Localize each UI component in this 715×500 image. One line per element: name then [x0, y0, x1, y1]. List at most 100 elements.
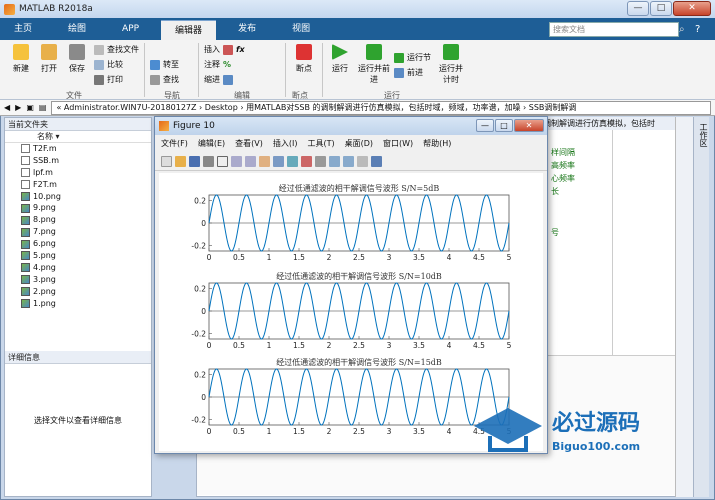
fx-icon[interactable]: fx [236, 45, 245, 54]
up-folder-icon[interactable]: ▣ [26, 103, 34, 112]
run-time-button[interactable]: 运行并计时 [436, 44, 466, 85]
colorbar-icon[interactable] [329, 156, 340, 167]
menu-help[interactable]: 帮助(H) [423, 137, 451, 151]
menu-window[interactable]: 窗口(W) [383, 137, 413, 151]
file-list-item[interactable]: 8.png [5, 214, 151, 226]
insert-button[interactable]: 插入 fx [204, 44, 245, 55]
hide-plot-tools-icon[interactable] [357, 156, 368, 167]
browse-folder-icon[interactable]: ▤ [39, 103, 47, 112]
file-list-item[interactable]: 2.png [5, 286, 151, 298]
x-tick-label: 3 [387, 253, 392, 262]
file-list-item[interactable]: 6.png [5, 238, 151, 250]
print-icon [94, 74, 104, 85]
show-plot-tools-icon[interactable] [371, 156, 382, 167]
file-list-item[interactable]: F2T.m [5, 179, 151, 191]
brush-icon[interactable] [301, 156, 312, 167]
maximize-button[interactable]: □ [650, 1, 672, 16]
zoom-in-icon[interactable] [231, 156, 242, 167]
file-name: 3.png [33, 274, 56, 284]
file-list-item[interactable]: 1.png [5, 298, 151, 310]
open-file-icon[interactable] [175, 156, 186, 167]
close-button[interactable]: ✕ [673, 1, 711, 16]
forward-icon[interactable]: ▶ [15, 103, 21, 112]
file-list-item[interactable]: 3.png [5, 274, 151, 286]
menu-insert[interactable]: 插入(I) [273, 137, 298, 151]
search-documentation-input[interactable]: 搜索文档 [549, 22, 679, 37]
name-column-header[interactable]: 名称 ▾ [5, 131, 151, 143]
help-icon[interactable]: ? [695, 22, 709, 37]
code-comment-line: 样间隔 [551, 148, 575, 157]
comment-button[interactable]: 注释% [204, 59, 231, 70]
advance-button[interactable]: 前进 [394, 67, 423, 78]
code-comment-line: 长 [551, 187, 559, 196]
current-folder-panel: 当前文件夹 名称 ▾ T2F.m SSB.m lpf.m F2T.m 10.png 9.p… [4, 117, 152, 497]
tab-editor[interactable]: 编辑器 [161, 20, 217, 40]
menu-view[interactable]: 查看(V) [235, 137, 263, 151]
goto-button[interactable]: 转至 [150, 59, 179, 70]
figure-close-button[interactable]: ✕ [514, 119, 544, 132]
menu-tools[interactable]: 工具(T) [307, 137, 334, 151]
figure-minimize-button[interactable]: — [476, 119, 494, 132]
legend-icon[interactable] [343, 156, 354, 167]
tab-plots[interactable]: 绘图 [54, 18, 100, 40]
file-list: T2F.m SSB.m lpf.m F2T.m 10.png 9.png 8.png 7.pn… [5, 143, 151, 309]
run-advance-button[interactable]: 运行并前进 [358, 44, 390, 85]
back-icon[interactable]: ◀ [4, 103, 10, 112]
tab-home[interactable]: 主页 [0, 18, 46, 40]
file-list-item[interactable]: lpf.m [5, 167, 151, 179]
print-button[interactable]: 打印 [94, 74, 123, 85]
x-tick-label: 1.5 [293, 427, 305, 436]
link-icon[interactable] [315, 156, 326, 167]
file-list-item[interactable]: 10.png [5, 191, 151, 203]
current-folder-path[interactable]: « Administrator.WIN7U-20180127Z › Deskto… [51, 100, 711, 115]
file-list-item[interactable]: 9.png [5, 202, 151, 214]
pan-icon[interactable] [259, 156, 270, 167]
compare-button[interactable]: 比较 [94, 59, 123, 70]
breakpoints-button[interactable]: 断点 [290, 44, 318, 74]
editor-tab[interactable]: 调制解调进行仿真模拟，包括时 [540, 117, 676, 130]
menu-edit[interactable]: 编辑(E) [198, 137, 225, 151]
percent-icon[interactable]: % [223, 60, 231, 69]
data-cursor-icon[interactable] [287, 156, 298, 167]
search-icon[interactable]: ⌕ [679, 22, 693, 37]
find-files-button[interactable]: 查找文件 [94, 44, 139, 55]
tab-view[interactable]: 视图 [278, 18, 324, 40]
x-tick-label: 4.5 [473, 341, 485, 350]
file-list-item[interactable]: 5.png [5, 250, 151, 262]
run-section-button[interactable]: 运行节 [394, 52, 431, 63]
x-tick-label: 1.5 [293, 253, 305, 262]
run-advance-icon [366, 44, 382, 60]
x-tick-label: 5 [507, 341, 512, 350]
image-file-icon [21, 215, 30, 225]
file-list-item[interactable]: T2F.m [5, 143, 151, 155]
menu-desktop[interactable]: 桌面(D) [345, 137, 373, 151]
tab-apps[interactable]: APP [108, 18, 153, 40]
print-figure-icon[interactable] [203, 156, 214, 167]
save-figure-icon[interactable] [189, 156, 200, 167]
file-list-item[interactable]: 4.png [5, 262, 151, 274]
image-file-icon [21, 275, 30, 285]
breakpoint-icon [296, 44, 312, 60]
run-button[interactable]: 运行 [326, 44, 354, 74]
zoom-out-icon[interactable] [245, 156, 256, 167]
y-tick-label: 0 [201, 219, 206, 228]
save-button[interactable]: 保存 [64, 44, 90, 74]
new-figure-icon[interactable] [161, 156, 172, 167]
file-name: 1.png [33, 298, 56, 308]
file-list-item[interactable]: SSB.m [5, 155, 151, 167]
menu-file[interactable]: 文件(F) [161, 137, 188, 151]
tab-publish[interactable]: 发布 [224, 18, 270, 40]
x-tick-label: 0.5 [233, 427, 245, 436]
file-list-item[interactable]: 7.png [5, 226, 151, 238]
rotate-icon[interactable] [273, 156, 284, 167]
pointer-icon[interactable] [217, 156, 228, 167]
open-button[interactable]: 打开 [36, 44, 62, 74]
find-button[interactable]: 查找 [150, 74, 179, 85]
find-files-icon [94, 44, 104, 55]
indent-button[interactable]: 缩进 [204, 74, 233, 85]
new-button[interactable]: 新建 [8, 44, 34, 74]
file-name: T2F.m [33, 143, 57, 153]
minimize-button[interactable]: — [627, 1, 649, 16]
figure-maximize-button[interactable]: □ [495, 119, 513, 132]
workspace-panel-collapsed[interactable]: 工作区 [693, 117, 709, 497]
